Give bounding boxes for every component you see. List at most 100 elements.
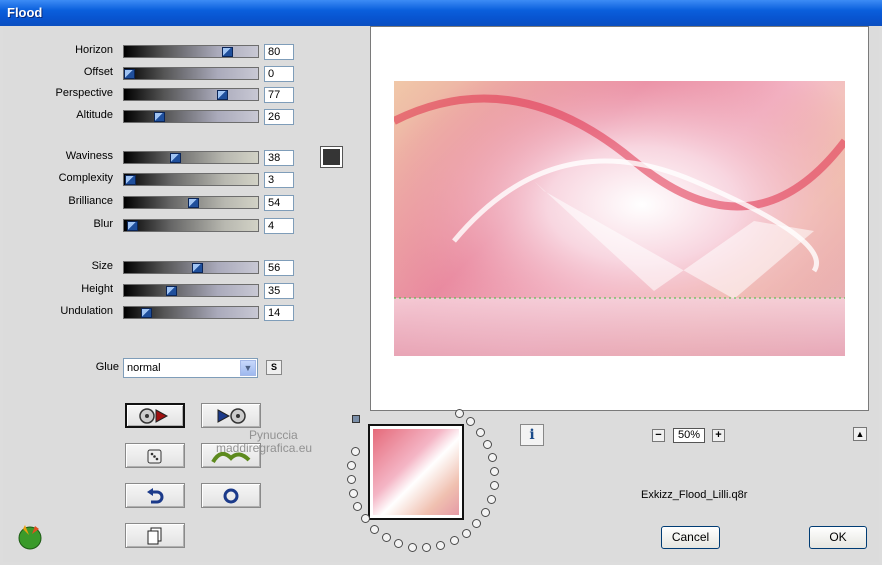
app-logo-icon bbox=[15, 521, 45, 551]
slider-thumb[interactable] bbox=[141, 308, 152, 318]
param-label: Altitude bbox=[76, 109, 113, 121]
slider-thumb[interactable] bbox=[125, 175, 136, 185]
glue-value: normal bbox=[127, 362, 161, 374]
glue-label: Glue bbox=[95, 361, 119, 373]
slider-thumb[interactable] bbox=[188, 198, 199, 208]
flood-color-swatch[interactable] bbox=[320, 146, 343, 168]
navigator-dot[interactable] bbox=[480, 507, 490, 517]
navigator-dot[interactable] bbox=[489, 481, 499, 491]
ok-button[interactable]: OK bbox=[809, 526, 867, 549]
watermark-line2: maddiregrafica.eu bbox=[216, 441, 313, 455]
prev-preset-button[interactable] bbox=[125, 403, 185, 428]
brilliance-slider[interactable] bbox=[123, 196, 259, 209]
slider-thumb[interactable] bbox=[217, 90, 228, 100]
navigator-dot[interactable] bbox=[408, 542, 418, 552]
complexity-slider[interactable] bbox=[123, 173, 259, 186]
perspective-slider[interactable] bbox=[123, 88, 259, 101]
navigator-dot[interactable] bbox=[488, 453, 498, 463]
blur-slider[interactable] bbox=[123, 219, 259, 232]
navigator-dot[interactable] bbox=[483, 439, 493, 449]
param-label: Height bbox=[81, 283, 113, 295]
navigator-dot[interactable] bbox=[454, 409, 464, 419]
undulation-value[interactable]: 14 bbox=[264, 305, 294, 321]
glue-select[interactable]: normal ▼ bbox=[123, 358, 258, 378]
chevron-down-icon[interactable]: ▼ bbox=[240, 360, 256, 376]
navigator-dot[interactable] bbox=[353, 502, 363, 512]
collapse-up-icon[interactable]: ▲ bbox=[853, 427, 867, 441]
param-label: Blur bbox=[93, 218, 113, 230]
offset-slider[interactable] bbox=[123, 67, 259, 80]
param-label: Horizon bbox=[75, 44, 113, 56]
slider-thumb[interactable] bbox=[124, 69, 135, 79]
navigator-dot[interactable] bbox=[394, 539, 404, 549]
reset-button[interactable] bbox=[201, 483, 261, 508]
reset-circle-icon bbox=[223, 488, 239, 503]
navigator-dot[interactable] bbox=[449, 536, 459, 546]
navigator-handle[interactable] bbox=[352, 415, 360, 423]
slider-thumb[interactable] bbox=[192, 263, 203, 273]
undulation-slider[interactable] bbox=[123, 306, 259, 319]
random-button[interactable] bbox=[125, 443, 185, 468]
waviness-value[interactable]: 38 bbox=[264, 150, 294, 166]
flood-dialog: Flood Horizon 80 Offset 0 Perspective 77… bbox=[0, 0, 882, 565]
altitude-value[interactable]: 26 bbox=[264, 109, 294, 125]
brilliance-value[interactable]: 54 bbox=[264, 195, 294, 211]
preview-pane[interactable] bbox=[370, 26, 869, 411]
next-preset-button[interactable] bbox=[201, 403, 261, 428]
param-label: Brilliance bbox=[68, 195, 113, 207]
navigator-dot[interactable] bbox=[472, 519, 482, 529]
horizon-slider[interactable] bbox=[123, 45, 259, 58]
navigator-dot[interactable] bbox=[490, 467, 500, 477]
navigator-dot[interactable] bbox=[346, 474, 356, 484]
play-record-icon bbox=[217, 407, 246, 424]
watermark: Pynuccia maddiregrafica.eu bbox=[216, 429, 312, 455]
dice-icon bbox=[147, 449, 162, 463]
size-value[interactable]: 56 bbox=[264, 260, 294, 276]
size-slider[interactable] bbox=[123, 261, 259, 274]
zoom-in-button[interactable]: + bbox=[712, 429, 725, 442]
blur-value[interactable]: 4 bbox=[264, 218, 294, 234]
undo-button[interactable] bbox=[125, 483, 185, 508]
glue-s-button[interactable]: S bbox=[266, 360, 282, 375]
slider-thumb[interactable] bbox=[127, 221, 138, 231]
param-label: Offset bbox=[83, 66, 113, 78]
info-icon[interactable]: i bbox=[520, 424, 544, 446]
complexity-value[interactable]: 3 bbox=[264, 172, 294, 188]
waviness-slider[interactable] bbox=[123, 151, 259, 164]
navigator-dot[interactable] bbox=[381, 533, 391, 543]
navigator-dot[interactable] bbox=[486, 495, 496, 505]
preset-filename: Exkizz_Flood_Lilli.q8r bbox=[641, 489, 748, 501]
param-label: Complexity bbox=[58, 172, 113, 184]
undo-arrow-icon bbox=[147, 487, 164, 503]
slider-thumb[interactable] bbox=[154, 112, 165, 122]
zoom-level: 50% bbox=[673, 428, 705, 443]
altitude-slider[interactable] bbox=[123, 110, 259, 123]
document-icon bbox=[147, 527, 162, 544]
height-value[interactable]: 35 bbox=[264, 283, 294, 299]
navigator-thumbnail[interactable] bbox=[368, 424, 464, 520]
slider-thumb[interactable] bbox=[170, 153, 181, 163]
record-play-icon bbox=[139, 407, 169, 424]
navigator-dot[interactable] bbox=[461, 529, 471, 538]
height-slider[interactable] bbox=[123, 284, 259, 297]
horizon-value[interactable]: 80 bbox=[264, 44, 294, 60]
zoom-out-button[interactable]: − bbox=[652, 429, 665, 442]
copy-button[interactable] bbox=[125, 523, 185, 548]
navigator-dot[interactable] bbox=[347, 460, 357, 470]
slider-thumb[interactable] bbox=[222, 47, 233, 57]
navigator-dot[interactable] bbox=[348, 488, 358, 498]
slider-thumb[interactable] bbox=[166, 286, 177, 296]
preview-image bbox=[394, 81, 845, 356]
navigator-dot[interactable] bbox=[436, 541, 446, 551]
param-label: Undulation bbox=[60, 305, 113, 317]
navigator-dot[interactable] bbox=[466, 417, 476, 427]
offset-value[interactable]: 0 bbox=[264, 66, 294, 82]
cancel-button[interactable]: Cancel bbox=[661, 526, 720, 549]
navigator-dot[interactable] bbox=[350, 446, 360, 456]
navigator-dot[interactable] bbox=[475, 427, 485, 437]
navigator-dot[interactable] bbox=[360, 514, 370, 524]
navigator-dot[interactable] bbox=[422, 543, 432, 553]
navigator-dot[interactable] bbox=[370, 524, 380, 534]
param-label: Waviness bbox=[65, 150, 113, 162]
perspective-value[interactable]: 77 bbox=[264, 87, 294, 103]
